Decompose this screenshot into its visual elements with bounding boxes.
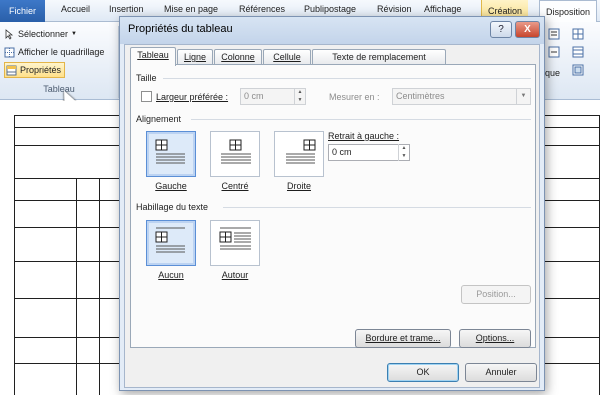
ok-button[interactable]: OK [387,363,459,382]
properties-label: Propriétés [20,65,62,75]
tab-fichier[interactable]: Fichier [0,0,45,22]
wrap-none-icon [155,227,185,253]
section-habillage: Habillage du texte [136,202,209,212]
align-left-label: Gauche [155,181,187,191]
tab-disposition[interactable]: Disposition [539,0,598,23]
tab-insertion[interactable]: Insertion [109,4,144,14]
help-button[interactable]: ? [490,21,512,38]
grid-icon[interactable] [572,46,584,58]
tab-references[interactable]: Références [239,4,285,14]
section-divider [163,78,531,79]
align-left-icon [155,139,185,164]
tab-colonne[interactable]: Colonne [214,49,262,65]
chevron-down-icon: ▼ [516,89,530,104]
tab-tableau[interactable]: Tableau [130,47,176,66]
tab-cellule[interactable]: Cellule [263,49,311,65]
left-indent-input[interactable]: 0 cm ▲ ▼ [328,144,410,161]
tab-accueil[interactable]: Accueil [61,4,90,14]
align-center-option[interactable] [210,131,260,177]
close-button[interactable]: X [515,21,540,38]
dialog-body: Tableau Ligne Colonne Cellule Texte de r… [124,44,540,388]
section-taille: Taille [136,73,157,83]
align-right-option[interactable] [274,131,324,177]
cursor-arrow-icon [5,28,14,40]
align-right-label: Droite [286,181,311,191]
tab-texte-de-remplacement[interactable]: Texte de remplacement [312,49,446,65]
align-icon[interactable] [548,46,560,58]
grid-icon [4,47,15,57]
measure-label: Mesurer en : [329,92,380,102]
tab-ligne[interactable]: Ligne [177,49,213,65]
properties-button[interactable]: Propriétés [4,62,66,78]
wrap-around-icon [219,227,251,250]
wrap-none-option[interactable] [146,220,196,266]
show-gridlines-label: Afficher le quadrillage [18,47,105,57]
preferred-width-input[interactable]: 0 cm ▲ ▼ [240,88,306,105]
wrap-around-option[interactable] [210,220,260,266]
tab-affichage[interactable]: Affichage [424,4,461,14]
tab-mise-en-page[interactable]: Mise en page [164,4,218,14]
dialog-titlebar[interactable]: Propriétés du tableau ? X [120,17,544,44]
cell-margins-icon[interactable] [572,64,584,76]
table-line [14,115,15,395]
align-left-option[interactable] [146,131,196,177]
indent-label: Retrait à gauche : [328,131,400,141]
table-line [76,178,77,395]
table-line [99,178,100,395]
grid-icon[interactable] [572,28,584,40]
preferred-width-spinner[interactable]: ▲ ▼ [294,88,305,105]
left-indent-spinner[interactable]: ▲ ▼ [398,144,409,161]
preferred-width-checkbox[interactable] [141,91,152,102]
tab-revision[interactable]: Révision [377,4,412,14]
section-divider [191,119,531,120]
preferred-width-label: Largeur préférée : [156,92,229,102]
select-menu[interactable]: Sélectionner ▼ [4,26,77,42]
align-icon[interactable] [548,28,560,40]
table-properties-icon [6,65,17,75]
align-right-icon [286,139,316,164]
position-button[interactable]: Position... [461,285,531,304]
group-label-tableau: Tableau [43,84,75,94]
borders-shading-button[interactable]: Bordure et trame... [355,329,451,348]
cancel-button[interactable]: Annuler [465,363,537,382]
tab-panel-tableau: Taille Largeur préférée : 0 cm ▲ ▼ Mesure… [130,64,536,348]
section-alignement: Alignement [136,114,182,124]
show-gridlines-button[interactable]: Afficher le quadrillage [4,44,104,60]
section-divider [223,207,531,208]
dropdown-arrow-icon: ▼ [71,31,77,37]
dialog-title: Propriétés du tableau [128,23,233,35]
align-center-label: Centré [221,181,249,191]
table-properties-dialog: Propriétés du tableau ? X Tableau Ligne … [119,16,545,391]
measure-unit-select[interactable]: Centimètres ▼ [392,88,531,105]
tab-publipostage[interactable]: Publipostage [304,4,356,14]
text-direction-label[interactable]: que [545,68,560,78]
options-button[interactable]: Options... [459,329,531,348]
select-label: Sélectionner [18,29,69,39]
align-center-icon [221,139,251,164]
wrap-none-label: Aucun [158,270,184,280]
wrap-around-label: Autour [221,270,249,280]
